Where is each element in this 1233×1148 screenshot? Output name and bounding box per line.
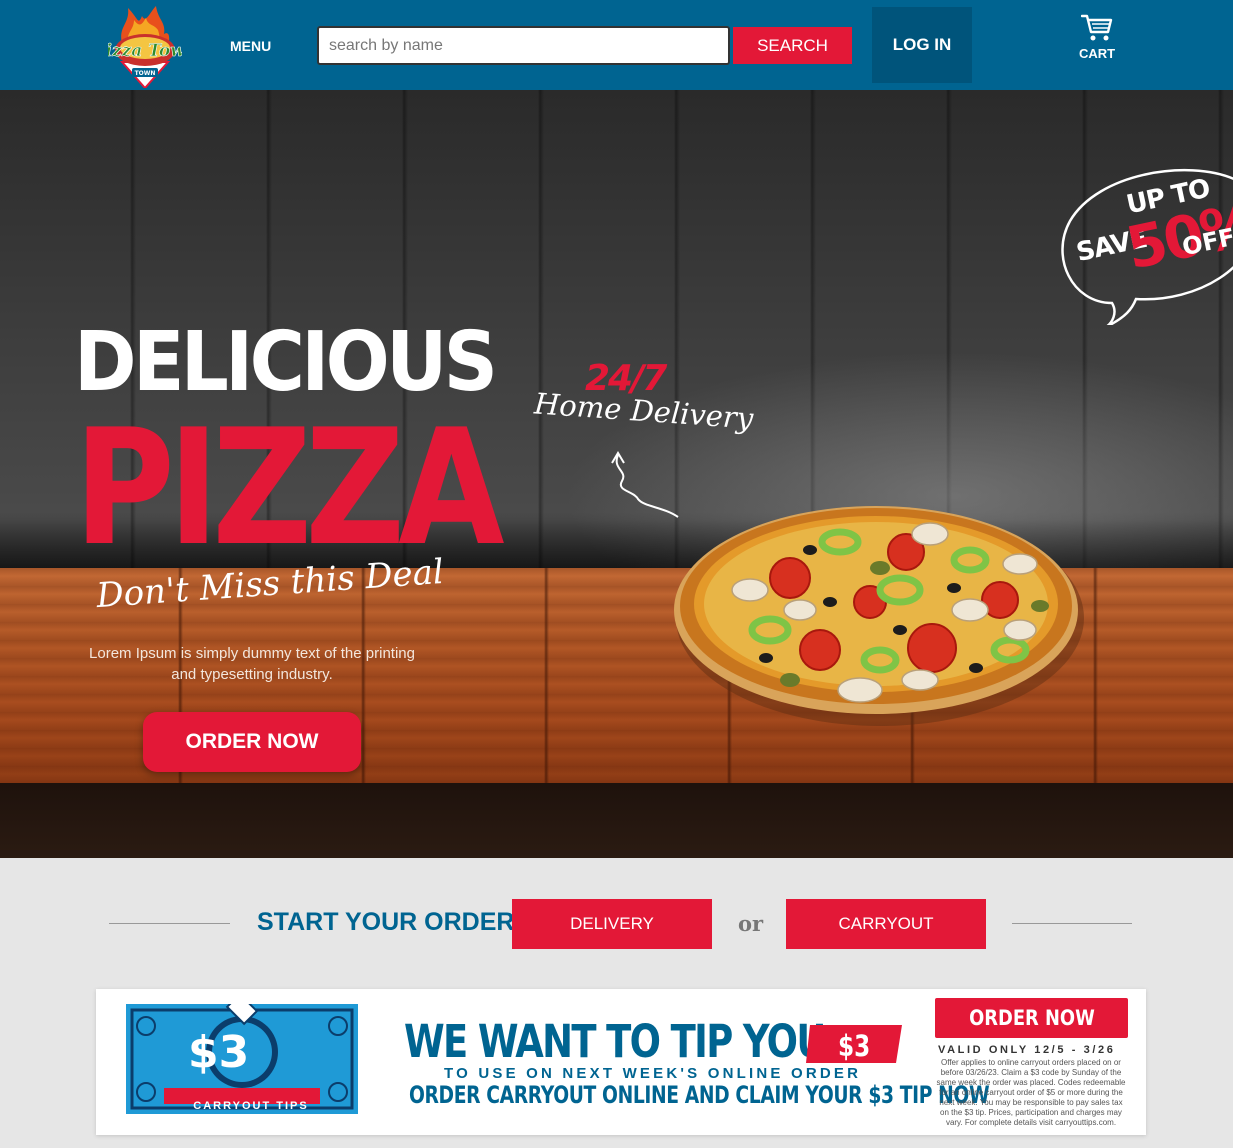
cart-button[interactable]: CART — [1070, 14, 1124, 74]
search-input[interactable] — [317, 26, 730, 65]
promo-valid-dates: VALID ONLY 12/5 - 3/26 — [938, 1044, 1116, 1056]
promo-order-now-button[interactable]: ORDER NOW — [935, 998, 1128, 1038]
svg-text:TOWN: TOWN — [135, 70, 156, 77]
carryout-tips-promo[interactable]: $3 CARRYOUT TIPS WE WANT TO TIP YOU $3 T… — [96, 989, 1146, 1135]
divider-right — [1012, 923, 1132, 924]
menu-link[interactable]: MENU — [230, 38, 271, 54]
pizza-town-logo[interactable]: Pizza Town TOWN — [91, 4, 198, 90]
login-button[interactable]: LOG IN — [872, 7, 972, 83]
site-header: Pizza Town TOWN MENU SEARCH LOG IN CART — [0, 0, 1233, 90]
hero-title-delicious: DELICIOUS — [74, 315, 498, 410]
cart-icon — [1081, 14, 1113, 41]
promo-headline: WE WANT TO TIP YOU — [404, 1015, 826, 1068]
pizza-image — [674, 506, 1084, 726]
promo-fine-print: Offer applies to online carryout orders … — [936, 1058, 1126, 1127]
promo-subline-1: TO USE ON NEXT WEEK'S ONLINE ORDER — [444, 1065, 862, 1082]
bill-amount: $3 — [188, 1027, 250, 1078]
promo-tag-amount: $3 — [838, 1029, 871, 1063]
or-label: or — [738, 911, 764, 936]
delivery-button[interactable]: DELIVERY — [512, 899, 712, 949]
start-order-title: START YOUR ORDER — [257, 908, 515, 936]
hero-banner: DELICIOUS PIZZA Don't Miss this Deal Lor… — [0, 90, 1233, 858]
search-button[interactable]: SEARCH — [733, 27, 852, 64]
promo-order-now-label: ORDER NOW — [968, 1006, 1095, 1030]
hero-table-front — [0, 783, 1233, 858]
logo-text: Pizza Town — [108, 41, 182, 61]
cart-label: CART — [1078, 46, 1116, 61]
hero-description: Lorem Ipsum is simply dummy text of the … — [89, 645, 415, 683]
carryout-button[interactable]: CARRYOUT — [786, 899, 986, 949]
bill-label: CARRYOUT TIPS — [193, 1100, 309, 1112]
divider-left — [109, 923, 230, 924]
hero-order-now-button[interactable]: ORDER NOW — [143, 712, 361, 772]
hero-title-pizza: PIZZA — [74, 394, 505, 581]
promo-subline-2: ORDER CARRYOUT ONLINE AND CLAIM YOUR $3 … — [409, 1081, 990, 1109]
